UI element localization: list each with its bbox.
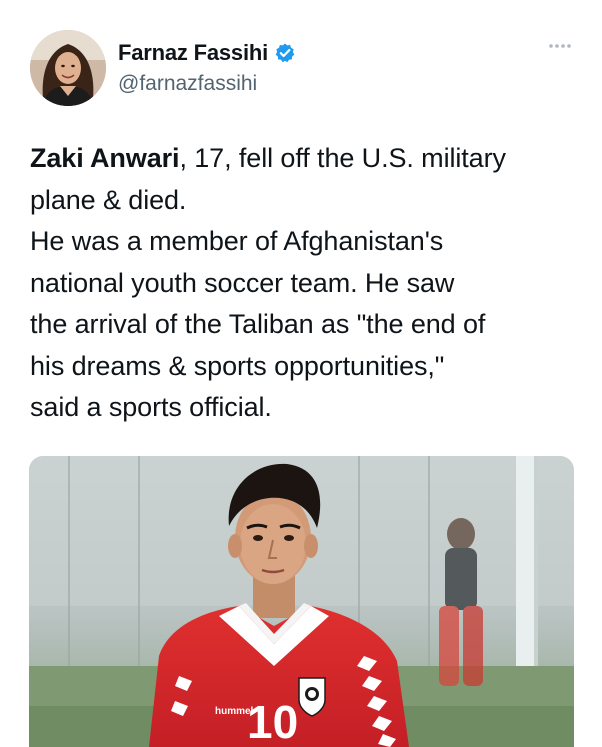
tweet-line: He was a member of Afghanistan's [30, 226, 444, 256]
author-handle[interactable]: @farnazfassihi [118, 72, 257, 96]
player-photo: 10 hummel [29, 456, 574, 747]
tweet-line: the arrival of the Taliban as "the end o… [30, 309, 486, 339]
jersey-brand: hummel [215, 706, 254, 717]
verified-badge-icon [275, 43, 295, 63]
tweet-media-photo[interactable]: 10 hummel [29, 456, 574, 747]
tweet-card: Farnaz Fassihi @farnazfassihi Zaki Anwar… [0, 0, 602, 747]
author-name-row: Farnaz Fassihi [118, 40, 296, 66]
tweet-line-rest: , 17, fell off the U.S. military [179, 143, 506, 173]
tweet-text: Zaki Anwari, 17, fell off the U.S. milit… [30, 138, 586, 429]
more-horizontal-icon[interactable] [547, 40, 573, 52]
author-name[interactable]: Farnaz Fassihi [118, 40, 268, 66]
avatar-photo [30, 30, 106, 106]
tweet-line: plane & died. [30, 184, 187, 215]
tweet-line: said a sports official. [30, 392, 272, 422]
tweet-bold-name: Zaki Anwari [30, 143, 180, 173]
jersey-number: 10 [247, 696, 298, 747]
tweet-line: Zaki Anwari, 17, fell off the U.S. milit… [30, 138, 586, 180]
tweet-line: his dreams & sports opportunities," [30, 350, 445, 381]
tweet-line: national youth soccer team. He saw [30, 267, 455, 298]
author-avatar[interactable] [30, 30, 106, 106]
